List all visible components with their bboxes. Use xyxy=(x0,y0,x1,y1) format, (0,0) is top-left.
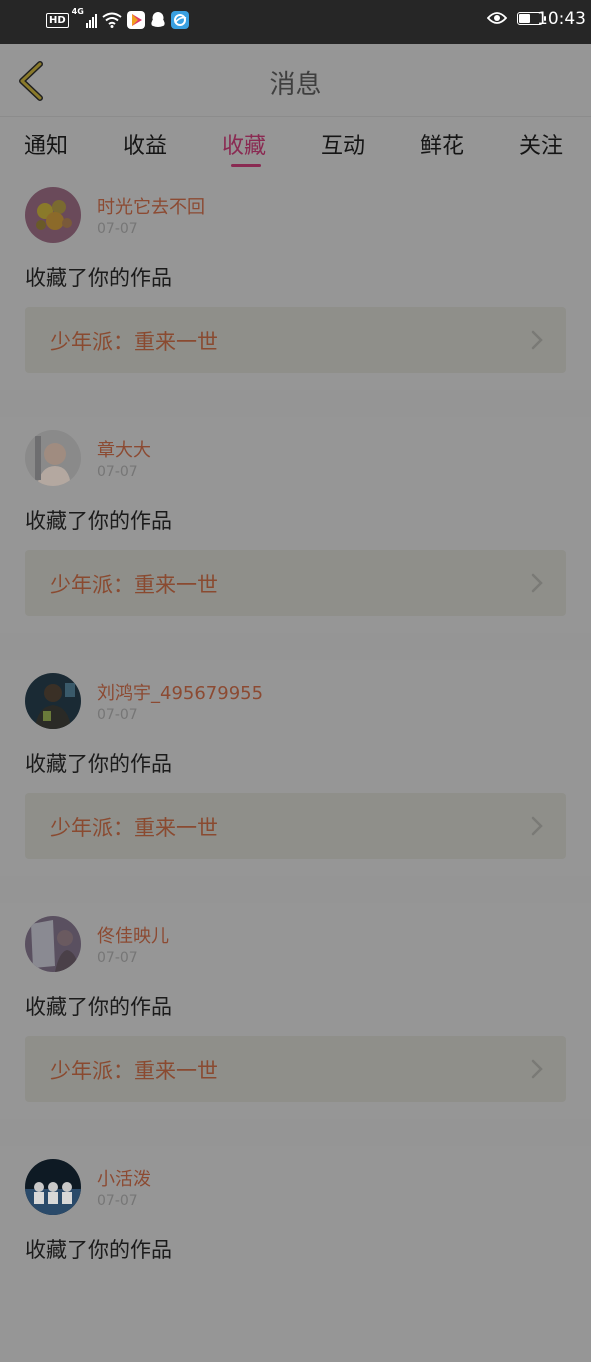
battery-level xyxy=(519,13,530,23)
work-link[interactable]: 少年派：重来一世 xyxy=(25,1036,566,1102)
chevron-right-icon xyxy=(531,573,543,593)
tab-interactions[interactable]: 互动 xyxy=(321,128,365,160)
work-title: 少年派：重来一世 xyxy=(50,573,218,597)
active-tab-indicator xyxy=(231,164,261,167)
chevron-right-icon xyxy=(531,816,543,836)
qq-icon xyxy=(151,12,165,27)
avatar[interactable] xyxy=(25,916,81,972)
tab-earnings[interactable]: 收益 xyxy=(123,128,167,160)
list-item: 章大大 07-07 收藏了你的作品 少年派：重来一世 xyxy=(0,417,591,633)
signal-icon: 4G xyxy=(72,7,97,28)
work-link[interactable]: 少年派：重来一世 xyxy=(25,793,566,859)
tab-notifications[interactable]: 通知 xyxy=(24,128,68,160)
list-item: 刘鸿宇_495679955 07-07 收藏了你的作品 少年派：重来一世 xyxy=(0,660,591,876)
username[interactable]: 时光它去不回 xyxy=(97,193,205,219)
work-link[interactable]: 少年派：重来一世 xyxy=(25,550,566,616)
chevron-right-icon xyxy=(531,1059,543,1079)
username[interactable]: 章大大 xyxy=(97,436,151,462)
message-date: 07-07 xyxy=(97,464,138,480)
work-title: 少年派：重来一世 xyxy=(50,330,218,354)
app-header: 消息 xyxy=(0,44,591,116)
avatar[interactable] xyxy=(25,187,81,243)
action-text: 收藏了你的作品 xyxy=(25,995,172,1019)
tab-bar: 通知 收益 收藏 互动 鲜花 关注 xyxy=(0,116,591,175)
clock: 10:43 xyxy=(537,9,586,29)
browser-app-icon xyxy=(170,11,189,29)
message-date: 07-07 xyxy=(97,950,138,966)
action-text: 收藏了你的作品 xyxy=(25,752,172,776)
list-item: 时光它去不回 07-07 收藏了你的作品 少年派：重来一世 xyxy=(0,174,591,390)
tab-favorites[interactable]: 收藏 xyxy=(222,128,266,160)
avatar[interactable] xyxy=(25,673,81,729)
tab-following[interactable]: 关注 xyxy=(519,128,563,160)
action-text: 收藏了你的作品 xyxy=(25,266,172,290)
action-text: 收藏了你的作品 xyxy=(25,1238,172,1262)
status-bar: HD 4G 10:43 xyxy=(0,0,591,44)
list-item: 佟佳映儿 07-07 收藏了你的作品 少年派：重来一世 xyxy=(0,903,591,1119)
avatar[interactable] xyxy=(25,1159,81,1215)
network-type-label: 4G xyxy=(71,7,84,16)
page-title: 消息 xyxy=(269,70,322,100)
chevron-right-icon xyxy=(531,330,543,350)
username[interactable]: 佟佳映儿 xyxy=(97,922,169,948)
work-link[interactable]: 少年派：重来一世 xyxy=(25,307,566,373)
tab-flowers[interactable]: 鲜花 xyxy=(420,128,464,160)
work-title: 少年派：重来一世 xyxy=(50,816,218,840)
eye-icon xyxy=(487,12,507,24)
work-title: 少年派：重来一世 xyxy=(50,1059,218,1083)
message-date: 07-07 xyxy=(97,221,138,237)
message-date: 07-07 xyxy=(97,1193,138,1209)
username[interactable]: 小活泼 xyxy=(97,1165,151,1191)
message-date: 07-07 xyxy=(97,707,138,723)
wifi-icon xyxy=(102,12,122,28)
avatar[interactable] xyxy=(25,430,81,486)
list-item: 小活泼 07-07 收藏了你的作品 xyxy=(0,1146,591,1362)
hd-icon: HD xyxy=(46,12,69,28)
video-app-icon xyxy=(126,11,145,29)
username[interactable]: 刘鸿宇_495679955 xyxy=(97,679,263,705)
action-text: 收藏了你的作品 xyxy=(25,509,172,533)
